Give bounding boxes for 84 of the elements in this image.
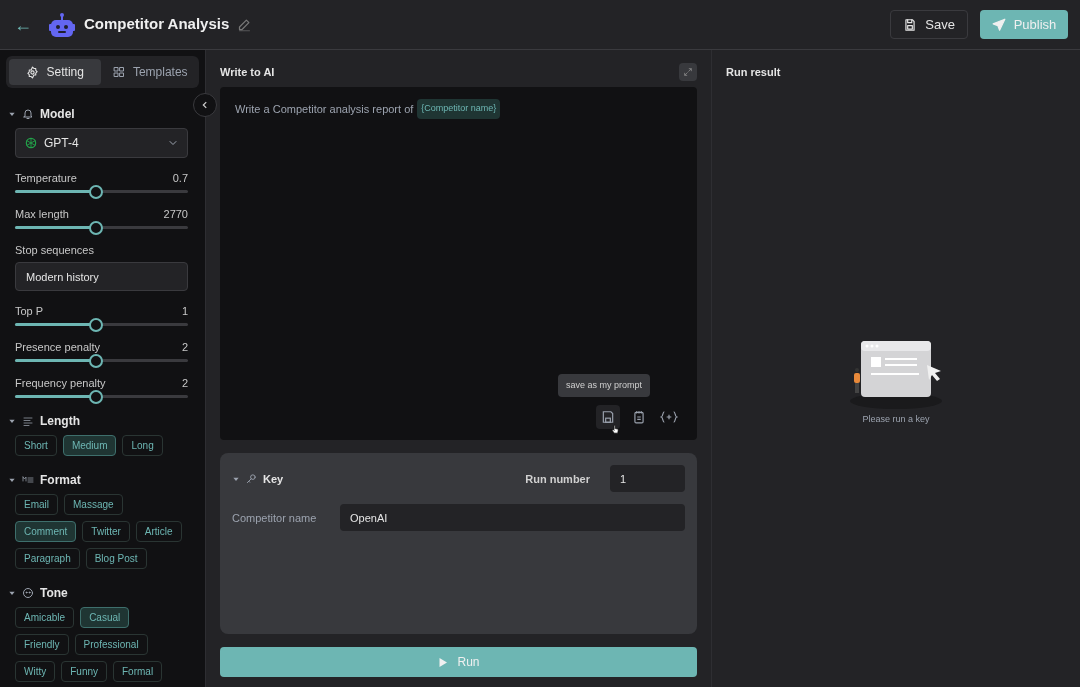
prompt-text: Write a Competitor analysis report of: [235, 101, 414, 117]
slider-thumb[interactable]: [89, 318, 104, 332]
slider-value: 2: [181, 376, 188, 389]
model-dropdown[interactable]: GPT-4: [15, 128, 188, 158]
option-chip[interactable]: Massage: [64, 494, 123, 515]
tooltip: save as my prompt: [558, 374, 651, 397]
face-icon: [22, 587, 34, 599]
variable-label: Competitor name: [232, 510, 318, 526]
slider-thumb[interactable]: [89, 354, 104, 368]
section-title: Model: [40, 106, 75, 123]
caret-icon[interactable]: [8, 417, 16, 425]
key-icon: [246, 473, 257, 485]
option-chip[interactable]: Professional: [74, 634, 148, 655]
panel-title: Run result: [726, 65, 782, 80]
bell-icon: [22, 108, 34, 120]
lines-icon: [22, 415, 34, 427]
slider[interactable]: [15, 221, 188, 235]
save-button[interactable]: Save: [890, 10, 968, 39]
panel-title: Write to AI: [220, 64, 275, 80]
back-button[interactable]: ←: [14, 15, 28, 34]
section-title: Length: [40, 413, 80, 430]
slider-value: 2770: [163, 207, 188, 220]
grid-icon: [112, 66, 125, 78]
page-title: Competitor Analysis: [84, 14, 230, 35]
option-chip[interactable]: Paragraph: [15, 548, 80, 569]
option-chip[interactable]: Twitter: [82, 521, 130, 542]
caret-icon[interactable]: [8, 589, 16, 597]
field-label: Stop sequences: [15, 243, 95, 256]
expand-icon: [683, 67, 693, 77]
slider[interactable]: [15, 390, 188, 404]
option-chip[interactable]: Friendly: [15, 634, 69, 655]
prompt-editor[interactable]: Write a Competitor analysis report of {Competitor name} save as my prompt: [220, 87, 697, 441]
slider-thumb[interactable]: [89, 185, 104, 199]
slider-label: Presence penalty: [15, 340, 100, 353]
expand-button[interactable]: [679, 63, 697, 81]
slider-label: Temperature: [15, 171, 77, 184]
caret-icon[interactable]: [8, 110, 16, 118]
variable-tag: {Competitor name}: [417, 99, 501, 119]
dropdown-value: GPT-4: [44, 135, 80, 152]
option-chip[interactable]: Formal: [113, 661, 163, 682]
sidebar-tab[interactable]: Setting: [9, 59, 101, 85]
save-prompt-button[interactable]: [596, 405, 620, 429]
option-chip[interactable]: Email: [15, 494, 58, 515]
option-chip[interactable]: Witty: [15, 661, 56, 682]
robot-icon: [48, 11, 76, 38]
option-chip[interactable]: Medium: [62, 435, 117, 456]
sidebar-tab[interactable]: Templates: [104, 59, 196, 85]
option-chip[interactable]: Long: [122, 435, 163, 456]
section-title: Format: [40, 472, 81, 489]
section-title: Tone: [40, 585, 68, 602]
option-chip[interactable]: Casual: [80, 607, 130, 628]
notepad-icon: [632, 410, 646, 424]
caret-icon[interactable]: [8, 476, 16, 484]
slider-value: 2: [181, 340, 188, 353]
run-number-input[interactable]: 1: [610, 465, 685, 493]
braces-plus-icon: [660, 410, 678, 424]
chevron-left-icon: [200, 100, 210, 110]
variable-input[interactable]: OpenAI: [340, 504, 685, 532]
slider[interactable]: [15, 354, 188, 368]
slider[interactable]: [15, 318, 188, 332]
option-chip[interactable]: Amicable: [15, 607, 75, 628]
pencil-icon[interactable]: [237, 17, 253, 32]
run-number-label: Run number: [525, 471, 590, 487]
section-title: Key: [263, 471, 285, 487]
empty-message: Please run a key: [862, 413, 930, 426]
option-chip[interactable]: Blog Post: [85, 548, 147, 569]
option-chip[interactable]: Comment: [15, 521, 77, 542]
option-chip[interactable]: Funny: [61, 661, 107, 682]
stop-sequence-input[interactable]: Modern history: [15, 262, 188, 291]
paper-plane-icon: [991, 17, 1006, 32]
option-chip[interactable]: Short: [15, 435, 57, 456]
hand-cursor-icon: [610, 423, 621, 436]
slider-label: Top P: [15, 304, 44, 317]
slider-label: Max length: [15, 207, 69, 220]
slider-value: 0.7: [172, 171, 188, 184]
slider[interactable]: [15, 185, 188, 199]
slider-thumb[interactable]: [89, 221, 104, 235]
markdown-icon: [22, 474, 34, 486]
slider-label: Frequency penalty: [15, 376, 106, 389]
slider-thumb[interactable]: [89, 390, 104, 404]
gear-icon: [25, 65, 39, 79]
option-chip[interactable]: Article: [135, 521, 182, 542]
openai-logo-icon: [24, 136, 38, 150]
slider-value: 1: [181, 304, 188, 317]
